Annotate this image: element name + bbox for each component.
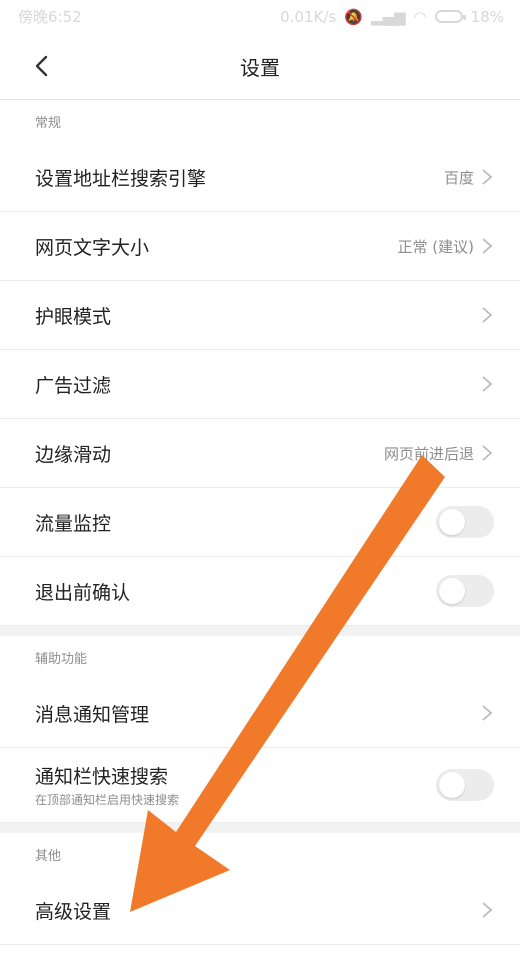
toggle-knob — [439, 509, 465, 535]
row-label: 消息通知管理 — [35, 703, 150, 726]
row-label: 流量监控 — [35, 512, 112, 535]
row-label: 高级设置 — [35, 900, 112, 923]
row-data-monitor: 流量监控 — [0, 488, 520, 557]
section-other-header: 其他 — [35, 849, 62, 864]
row-ad-filter[interactable]: 广告过滤 — [0, 350, 520, 419]
signal-icon: ▂▄▆ — [370, 7, 406, 26]
row-advanced-settings[interactable]: 高级设置 — [0, 876, 520, 945]
row-label: 网页文字大小 — [35, 236, 150, 259]
chevron-right-icon — [482, 705, 493, 721]
page-title: 设置 — [240, 55, 280, 80]
chevron-right-icon — [482, 307, 493, 323]
wifi-icon: ◠ — [413, 7, 427, 26]
edge-swipe-value: 网页前进后退 — [383, 444, 474, 463]
row-quick-search: 通知栏快速搜索 在顶部通知栏启用快速搜索 — [0, 748, 520, 823]
row-edge-swipe[interactable]: 边缘滑动 网页前进后退 — [0, 419, 520, 488]
row-label: 边缘滑动 — [35, 443, 112, 466]
quick-search-toggle[interactable] — [436, 769, 494, 801]
chevron-right-icon — [482, 902, 493, 918]
row-sublabel: 在顶部通知栏启用快速搜索 — [35, 793, 180, 807]
font-size-value: 正常 (建议) — [397, 237, 474, 256]
row-label: 护眼模式 — [35, 305, 112, 328]
toggle-knob — [439, 578, 465, 604]
chevron-right-icon — [482, 376, 493, 392]
status-time: 傍晚6:52 — [18, 8, 82, 26]
network-speed: 0.01K/s — [280, 7, 337, 26]
search-engine-value: 百度 — [443, 168, 474, 187]
row-value: 百度 — [444, 167, 494, 188]
section-divider — [0, 823, 520, 833]
row-label: 设置地址栏搜索引擎 — [35, 167, 207, 190]
row-eye-mode[interactable]: 护眼模式 — [0, 281, 520, 350]
section-divider — [0, 626, 520, 636]
status-right: 0.01K/s 🔕 ▂▄▆ ◠ 18% — [280, 8, 504, 26]
row-label: 广告过滤 — [35, 374, 112, 397]
chevron-right-icon — [482, 169, 493, 185]
section-general-header: 常规 — [35, 116, 62, 131]
battery-icon — [434, 10, 466, 23]
row-label: 退出前确认 — [35, 581, 131, 604]
row-text: 通知栏快速搜索 在顶部通知栏启用快速搜索 — [35, 762, 179, 808]
top-bar: 设置 — [0, 33, 520, 100]
section-accessibility-header: 辅助功能 — [35, 652, 88, 667]
chevron-right-icon — [482, 238, 493, 254]
back-arrow-icon[interactable] — [28, 50, 60, 82]
row-notification-manage[interactable]: 消息通知管理 — [0, 679, 520, 748]
status-bar: 傍晚6:52 0.01K/s 🔕 ▂▄▆ ◠ 18% — [0, 0, 520, 33]
battery-percent: 18% — [470, 7, 504, 26]
row-search-engine[interactable]: 设置地址栏搜索引擎 百度 — [0, 143, 520, 212]
row-value: 网页前进后退 — [384, 443, 494, 464]
row-exit-confirm: 退出前确认 — [0, 557, 520, 626]
mute-icon: 🔕 — [344, 7, 363, 26]
exit-confirm-toggle[interactable] — [436, 575, 494, 607]
row-font-size[interactable]: 网页文字大小 正常 (建议) — [0, 212, 520, 281]
chevron-right-icon — [482, 445, 493, 461]
toggle-knob — [439, 772, 465, 798]
row-value: 正常 (建议) — [398, 236, 494, 257]
data-monitor-toggle[interactable] — [436, 506, 494, 538]
row-label: 通知栏快速搜索 — [35, 766, 169, 788]
